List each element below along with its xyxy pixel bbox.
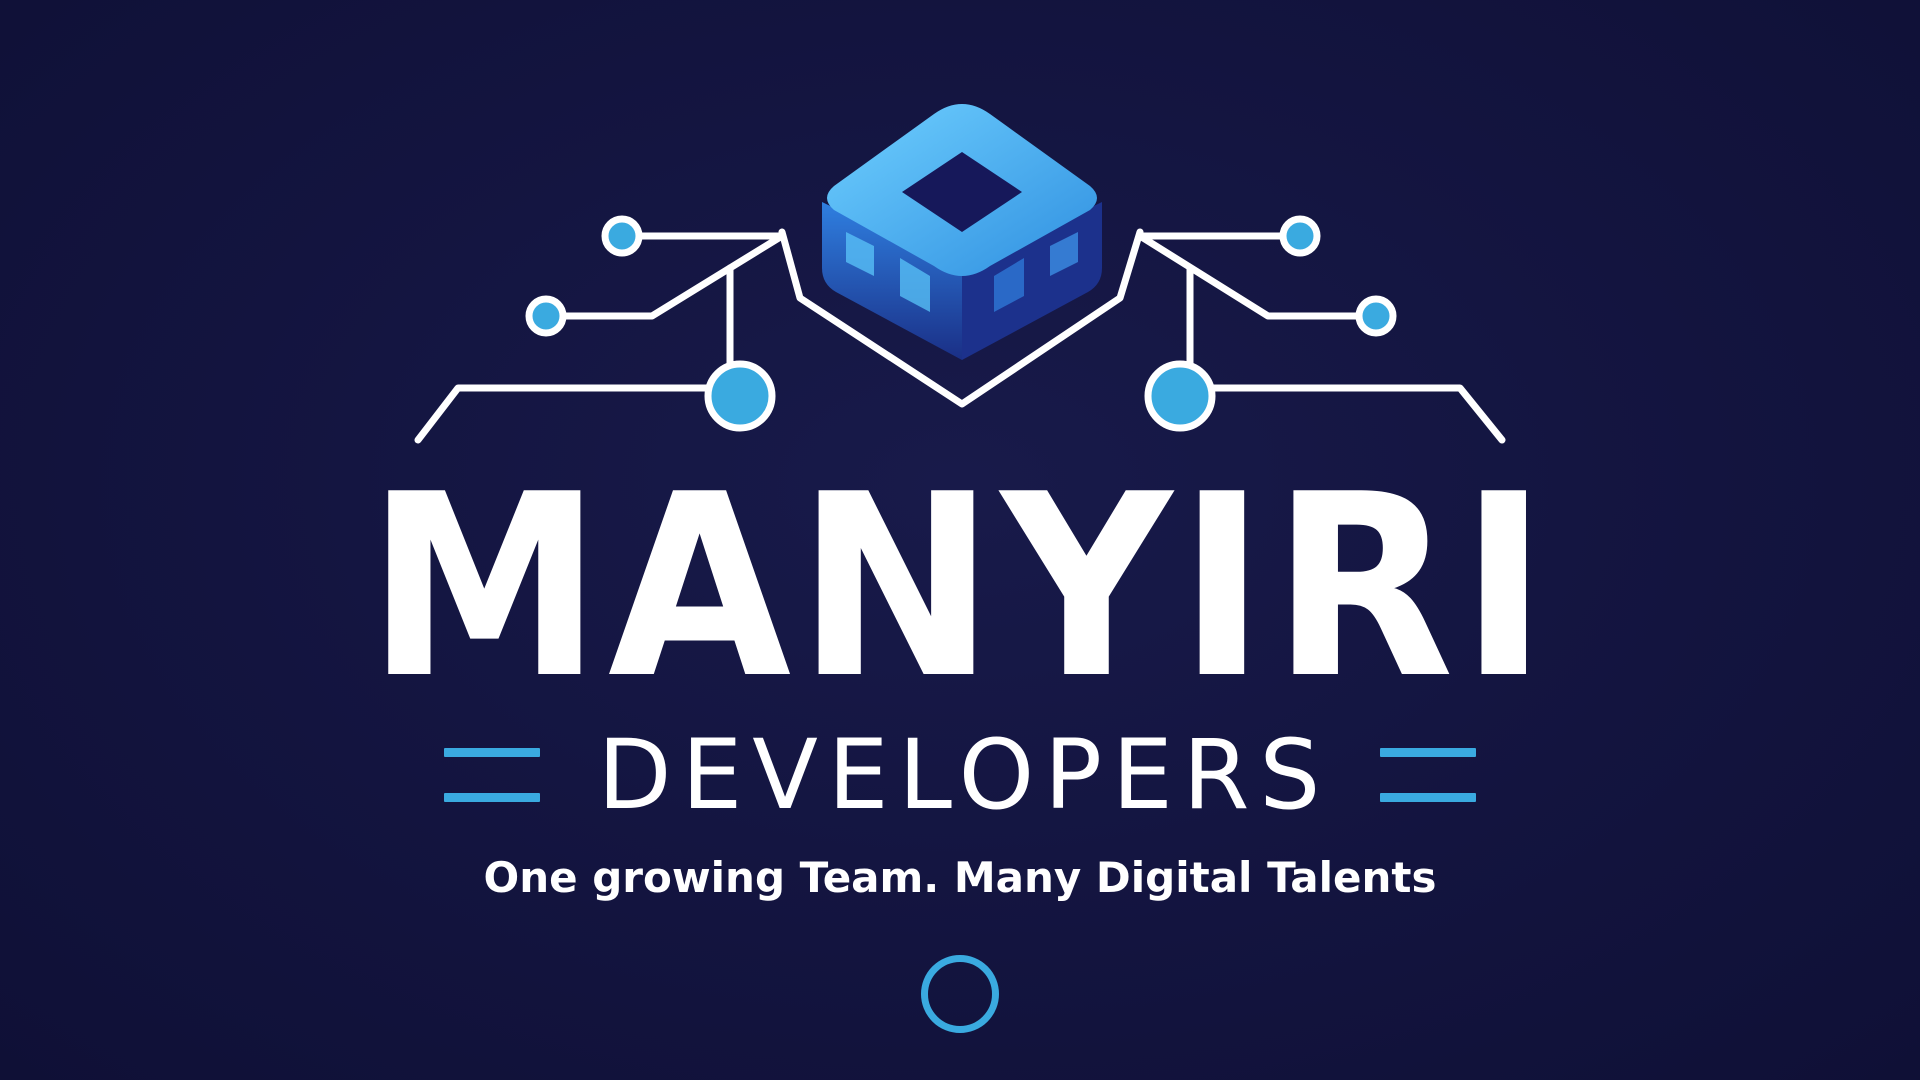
brand-tagline: One growing Team. Many Digital Talents bbox=[483, 853, 1437, 902]
dash-line bbox=[443, 748, 540, 757]
node-dot-icon bbox=[1144, 360, 1216, 432]
circuit-trace-center-left bbox=[414, 384, 718, 444]
cube-icon bbox=[822, 104, 1102, 360]
dash-line bbox=[1380, 793, 1477, 802]
node-dot-icon bbox=[601, 215, 643, 257]
right-dash-decoration bbox=[1380, 748, 1477, 802]
circuit-trace-left-mid bbox=[544, 232, 786, 320]
brand-name: MANYIRI bbox=[366, 441, 1554, 734]
circuit-trace-center-right bbox=[1202, 384, 1506, 444]
circuit-trace-right-mid bbox=[1136, 232, 1376, 320]
left-dash-decoration bbox=[443, 748, 540, 802]
dash-line bbox=[1380, 748, 1477, 757]
logo-canvas: MANYIRI DEVELOPERS One growing Team. Man… bbox=[0, 0, 1920, 1080]
node-dot-icon bbox=[525, 295, 567, 337]
ring-icon bbox=[921, 955, 999, 1033]
node-dot-icon bbox=[704, 360, 776, 432]
brand-subtitle: DEVELOPERS bbox=[597, 719, 1331, 831]
brand-subtitle-row: DEVELOPERS bbox=[0, 725, 1920, 825]
dash-line bbox=[443, 793, 540, 802]
node-dot-icon bbox=[1355, 295, 1397, 337]
node-dot-icon bbox=[1279, 215, 1321, 257]
